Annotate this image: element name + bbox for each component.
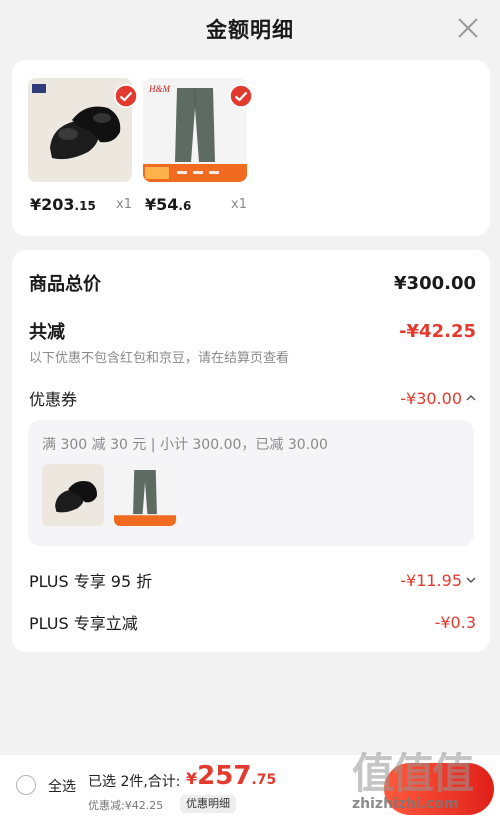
product-price: ¥203.15 <box>30 195 96 214</box>
plus-direct-row: PLUS 专享立减 -¥0.3 <box>29 610 476 634</box>
goods-total-value: ¥300.00 <box>394 272 476 294</box>
total-price: ¥257.75 <box>186 761 277 791</box>
discount-note: 以下优惠不包含红包和京豆，请在结算页查看 <box>29 351 290 366</box>
discount-summary: 优惠减:¥42.25 <box>88 799 164 812</box>
coupon-detail-text: 满 300 减 30 元 | 小计 300.00，已减 30.00 <box>42 437 328 453</box>
coupon-detail-box: 满 300 减 30 元 | 小计 300.00，已减 30.00 <box>28 420 474 546</box>
coupon-label: 优惠券 <box>29 390 78 409</box>
products-card: ¥203.15 x1 H&M ¥54.6 x1 <box>12 60 490 236</box>
total-reduce-label: 共减 <box>29 322 65 343</box>
selected-count: 已选 2件,合计: <box>88 774 181 790</box>
coupon-product-shoes-thumbnail <box>42 464 104 526</box>
goods-total-label: 商品总价 <box>29 274 101 295</box>
product-item-trousers[interactable]: H&M ¥54.6 x1 <box>143 78 253 214</box>
chevron-up-icon[interactable] <box>466 393 476 403</box>
plus-direct-value: -¥0.3 <box>434 612 476 632</box>
product-item-shoes[interactable]: ¥203.15 x1 <box>28 78 138 214</box>
trousers-image <box>114 469 176 526</box>
close-icon[interactable] <box>454 14 482 42</box>
checkout-bar: 全选 已选 2件,合计: ¥257.75 优惠减:¥42.25 优惠明细 <box>0 755 500 827</box>
goods-total-row: 商品总价 ¥300.00 <box>29 270 476 296</box>
chevron-down-icon[interactable] <box>466 575 476 585</box>
coupon-product-trousers-thumbnail <box>114 464 176 526</box>
modal-header: 金额明细 <box>0 0 500 58</box>
page-title: 金额明细 <box>206 18 294 42</box>
product-quantity: x1 <box>231 197 247 212</box>
checkout-button[interactable] <box>384 763 494 815</box>
coupon-row[interactable]: 优惠券 -¥30.00 <box>29 386 476 410</box>
plus-direct-label: PLUS 专享立减 <box>29 614 138 633</box>
discount-detail-button[interactable]: 优惠明细 <box>180 795 236 813</box>
coupon-value: -¥30.00 <box>400 388 462 408</box>
plus-95-row[interactable]: PLUS 专享 95 折 -¥11.95 <box>29 568 476 592</box>
shoes-image <box>55 480 97 513</box>
select-all-label[interactable]: 全选 <box>48 776 76 796</box>
product-quantity: x1 <box>116 197 132 212</box>
price-summary-card: 商品总价 ¥300.00 共减 -¥42.25 以下优惠不包含红包和京豆，请在结… <box>12 250 490 652</box>
checked-icon[interactable] <box>114 84 138 108</box>
total-reduce-value: -¥42.25 <box>399 320 476 342</box>
product-price: ¥54.6 <box>145 195 192 214</box>
checked-icon[interactable] <box>229 84 253 108</box>
svg-text:H&M: H&M <box>148 84 171 94</box>
plus-95-value: -¥11.95 <box>400 570 462 590</box>
select-all-radio[interactable] <box>16 775 36 795</box>
total-reduce-row: 共减 -¥42.25 <box>29 318 476 344</box>
plus-95-label: PLUS 专享 95 折 <box>29 572 153 591</box>
